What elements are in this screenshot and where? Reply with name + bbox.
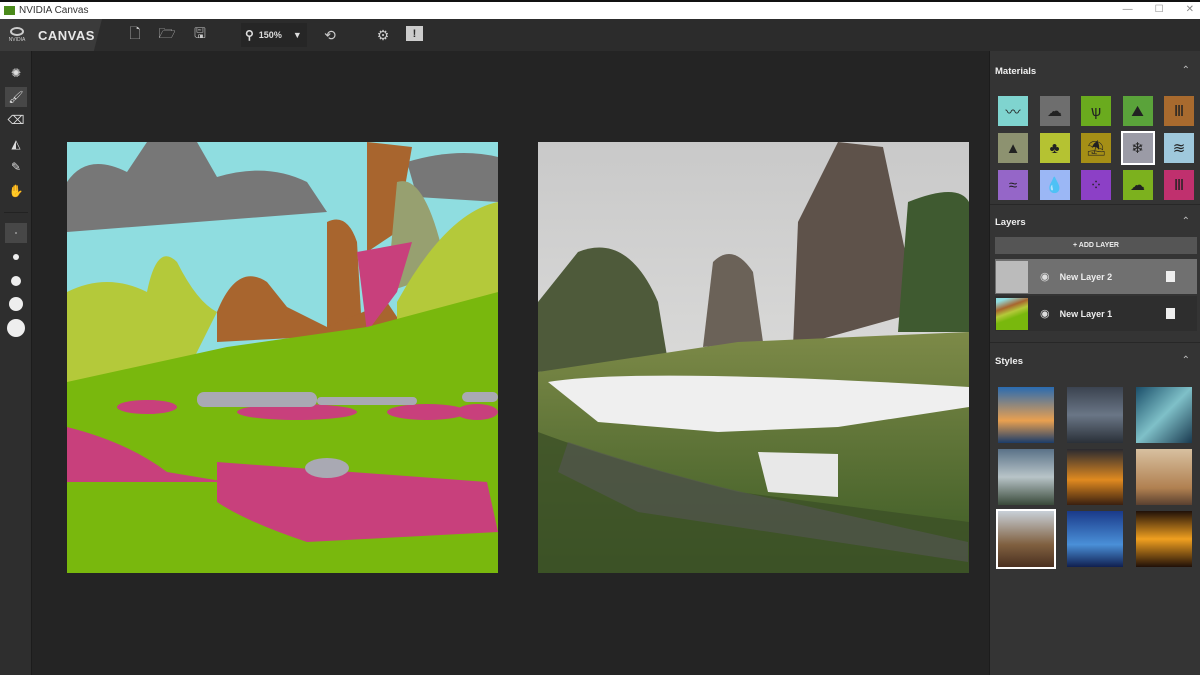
open-folder-icon[interactable]: 🗁	[157, 25, 177, 45]
layer-thumbnail	[996, 297, 1028, 330]
fill-bucket-icon[interactable]: ◭	[5, 134, 27, 154]
material-water[interactable]: 💧	[1039, 170, 1070, 200]
layer-item[interactable]: ◉ New Layer 1	[995, 296, 1197, 331]
material-fog[interactable]: ☁	[1122, 170, 1153, 200]
material-bush[interactable]: ⛰	[1122, 96, 1153, 126]
style-thumbnail[interactable]	[1136, 449, 1192, 505]
brush-size-3[interactable]	[5, 271, 27, 291]
eye-icon[interactable]: ◉	[1040, 270, 1050, 283]
save-icon[interactable]: 🖫	[190, 25, 210, 45]
minimize-button[interactable]: —	[1123, 4, 1133, 15]
tool-sidebar: ✺ 🖌 ⌫ ◭ ✎ ✋	[0, 51, 32, 675]
style-thumbnail[interactable]	[1067, 449, 1123, 505]
gear-icon[interactable]: ⚙	[373, 25, 393, 45]
material-river[interactable]: ≈	[998, 170, 1028, 200]
styles-title: Styles	[995, 356, 1023, 367]
eraser-icon[interactable]: ⌫	[5, 110, 27, 130]
feedback-icon[interactable]: !	[406, 26, 423, 41]
material-icon[interactable]: ✺	[5, 63, 27, 83]
chevron-up-icon[interactable]: ⌃	[1182, 216, 1190, 227]
title-bar: NVIDIA Canvas — ☐ ✕	[0, 0, 1200, 19]
material-rock[interactable]: Ⅲ	[1164, 170, 1194, 200]
material-cloud[interactable]: ☁	[1039, 96, 1070, 126]
brush-size-4[interactable]	[5, 294, 27, 314]
hand-icon[interactable]: ✋	[5, 181, 27, 201]
style-thumbnail[interactable]	[1067, 387, 1123, 443]
add-layer-button[interactable]: + ADD LAYER	[995, 237, 1197, 254]
material-mountain[interactable]: ▲	[998, 133, 1028, 163]
material-sea[interactable]: ≋	[1164, 133, 1194, 163]
material-beach[interactable]: ⛱	[1081, 133, 1111, 163]
style-thumbnail[interactable]	[1067, 511, 1123, 567]
eyedropper-icon[interactable]: ✎	[5, 157, 27, 177]
material-flowers[interactable]: ⁘	[1081, 170, 1111, 200]
material-tree[interactable]: ♣	[1039, 133, 1070, 163]
layer-thumbnail	[996, 260, 1028, 293]
reset-icon[interactable]: ⟲	[320, 25, 340, 45]
zoom-dropdown[interactable]: ⚲ 150% ▼	[241, 23, 307, 47]
materials-title: Materials	[995, 66, 1037, 77]
layer-name: New Layer 1	[1059, 308, 1113, 319]
chevron-down-icon: ▼	[292, 30, 302, 40]
search-icon: ⚲	[245, 28, 254, 42]
segmentation-canvas[interactable]	[67, 142, 498, 573]
layers-title: Layers	[995, 217, 1026, 228]
layer-item[interactable]: ◉ New Layer 2	[995, 259, 1197, 294]
trash-icon[interactable]	[1166, 271, 1175, 282]
trash-icon[interactable]	[1166, 308, 1175, 319]
maximize-button[interactable]: ☐	[1155, 4, 1164, 15]
right-panel: Materials ⌃ 〰 ☁ ѱ ⛰ Ⅲ ▲ ♣ ⛱ ❄ ≋ ≈ 💧 ⁘ ☁ Ⅲ Layers ⌃ + A…	[989, 51, 1200, 675]
brush-size-1[interactable]	[5, 223, 27, 243]
style-thumbnail[interactable]	[1136, 511, 1192, 567]
brush-icon[interactable]: 🖌	[5, 87, 27, 107]
style-thumbnail[interactable]	[996, 509, 1056, 569]
app-icon	[4, 6, 15, 15]
app-name: CANVAS	[38, 27, 95, 43]
material-snow[interactable]: ❄	[1120, 131, 1155, 165]
nvidia-logo: NVIDIA	[5, 27, 29, 43]
style-thumbnail[interactable]	[1136, 387, 1192, 443]
toolbar: NVIDIA CANVAS 🗋 🗁 🖫 ⚲ 150% ▼ ⟲ ⚙ !	[0, 19, 1200, 51]
chevron-up-icon[interactable]: ⌃	[1182, 355, 1190, 366]
app-logo: NVIDIA CANVAS	[0, 19, 102, 51]
brush-size-2[interactable]	[5, 247, 27, 267]
close-button[interactable]: ✕	[1186, 4, 1194, 15]
layer-name: New Layer 2	[1059, 271, 1113, 282]
material-cliff[interactable]: Ⅲ	[1164, 96, 1194, 126]
style-thumbnail[interactable]	[998, 449, 1054, 505]
window-title: NVIDIA Canvas	[19, 5, 89, 16]
material-sky[interactable]: 〰	[998, 96, 1028, 126]
eye-icon[interactable]: ◉	[1040, 307, 1050, 320]
new-file-icon[interactable]: 🗋	[125, 25, 145, 45]
brush-size-5[interactable]	[5, 318, 27, 338]
chevron-up-icon[interactable]: ⌃	[1182, 65, 1190, 76]
material-grass[interactable]: ѱ	[1081, 96, 1111, 126]
style-thumbnail[interactable]	[998, 387, 1054, 443]
generated-image	[538, 142, 969, 573]
zoom-level: 150%	[258, 30, 282, 40]
